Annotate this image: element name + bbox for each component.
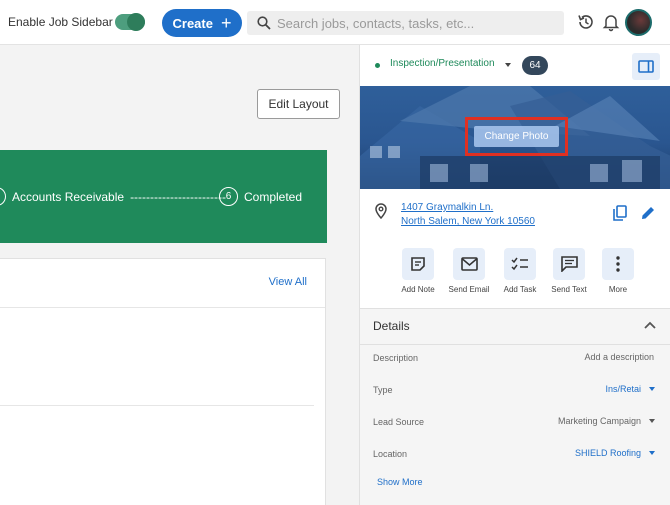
job-status-row: Inspection/Presentation 64	[360, 45, 670, 86]
divider	[0, 307, 325, 308]
create-button[interactable]: Create +	[162, 9, 242, 37]
quick-actions: Add Note Send Email Add Task Send Text M…	[360, 248, 670, 300]
location-dropdown[interactable]: SHIELD Roofing	[575, 448, 655, 458]
job-main-area: Edit Layout Accounts Receivable --------…	[0, 45, 359, 505]
detail-row-lead-source: Lead Source Marketing Campaign	[360, 411, 670, 435]
job-stage-progress: Accounts Receivable --------------------…	[0, 150, 327, 243]
stage-connector: ------------------------	[130, 189, 226, 204]
type-dropdown[interactable]: Ins/Retai	[605, 384, 655, 394]
show-more-link[interactable]: Show More	[377, 477, 423, 487]
edit-layout-button[interactable]: Edit Layout	[257, 89, 340, 119]
stage-label: Completed	[244, 189, 303, 204]
plus-icon: +	[220, 13, 232, 33]
toggle-knob	[127, 13, 145, 31]
more-vertical-icon	[616, 256, 620, 272]
job-sidebar: Inspection/Presentation 64 Change Photo …	[359, 45, 670, 505]
create-button-label: Create	[172, 15, 213, 31]
search-bar[interactable]	[247, 11, 564, 35]
notification-bell-icon[interactable]	[601, 12, 621, 32]
view-all-link[interactable]: View All	[269, 276, 307, 288]
detail-value: Add a description	[584, 352, 654, 362]
panel-toggle-button[interactable]	[632, 53, 660, 80]
edit-pencil-icon[interactable]	[640, 205, 656, 221]
change-photo-button[interactable]: Change Photo	[474, 126, 559, 147]
more-button[interactable]	[602, 248, 634, 280]
top-bar: Enable Job Sidebar Create +	[0, 0, 670, 45]
stage-number: 6	[219, 187, 238, 206]
job-status-dropdown[interactable]: Inspection/Presentation	[390, 58, 495, 69]
detail-row-type: Type Ins/Retai	[360, 379, 670, 403]
stage-accounts-receivable[interactable]: Accounts Receivable --------------------…	[0, 187, 226, 206]
add-note-button[interactable]	[402, 248, 434, 280]
add-task-button[interactable]	[504, 248, 536, 280]
stage-step-marker	[0, 187, 6, 206]
divider	[0, 405, 314, 406]
detail-label: Description	[373, 353, 419, 363]
send-text-button[interactable]	[553, 248, 585, 280]
search-icon	[257, 16, 271, 30]
address-line-2-link[interactable]: North Salem, New York 10560	[401, 216, 535, 227]
chevron-down-icon	[649, 387, 655, 391]
divider	[360, 344, 670, 345]
location-pin-icon	[375, 203, 387, 219]
detail-label: Lead Source	[373, 417, 425, 427]
send-email-button[interactable]	[453, 248, 485, 280]
more-action[interactable]: More	[588, 248, 648, 294]
detail-value: SHIELD Roofing	[574, 448, 641, 458]
chevron-down-icon	[649, 419, 655, 423]
history-icon[interactable]	[576, 12, 596, 32]
note-icon	[411, 257, 425, 271]
detail-value: Marketing Campaign	[557, 416, 641, 426]
user-avatar[interactable]	[625, 9, 652, 36]
chevron-down-icon	[649, 451, 655, 455]
detail-label: Type	[373, 385, 393, 395]
action-label: More	[608, 285, 628, 294]
email-icon	[460, 257, 478, 271]
job-photo: Change Photo	[360, 86, 670, 189]
address-line-1-link[interactable]: 1407 Graymalkin Ln.	[401, 202, 493, 213]
sidebar-panel-icon	[638, 60, 654, 73]
detail-value: Ins/Retai	[605, 384, 641, 394]
main-card: View All	[0, 258, 326, 505]
search-input[interactable]	[277, 15, 547, 31]
lead-source-dropdown[interactable]: Marketing Campaign	[558, 416, 655, 426]
detail-row-description: Description Add a description	[360, 347, 670, 371]
copy-address-icon[interactable]	[613, 205, 627, 221]
chevron-down-icon[interactable]	[505, 63, 511, 67]
chevron-up-icon[interactable]	[644, 321, 656, 329]
detail-label: Location	[373, 449, 408, 459]
stage-completed[interactable]: 6 Completed	[219, 187, 302, 206]
task-icon	[511, 257, 528, 271]
status-dot-icon	[375, 63, 380, 68]
job-sidebar-toggle-label: Enable Job Sidebar	[8, 15, 113, 29]
description-field[interactable]: Add a description	[584, 352, 654, 362]
details-title: Details	[373, 319, 410, 333]
detail-row-location: Location SHIELD Roofing	[360, 443, 670, 467]
job-address: 1407 Graymalkin Ln. North Salem, New Yor…	[360, 195, 670, 235]
job-sidebar-toggle[interactable]	[115, 13, 145, 31]
job-count-badge: 64	[522, 56, 548, 75]
details-panel: Details Description Add a description Ty…	[360, 308, 670, 505]
text-message-icon	[560, 256, 578, 272]
stage-label: Accounts Receivable	[12, 189, 125, 204]
